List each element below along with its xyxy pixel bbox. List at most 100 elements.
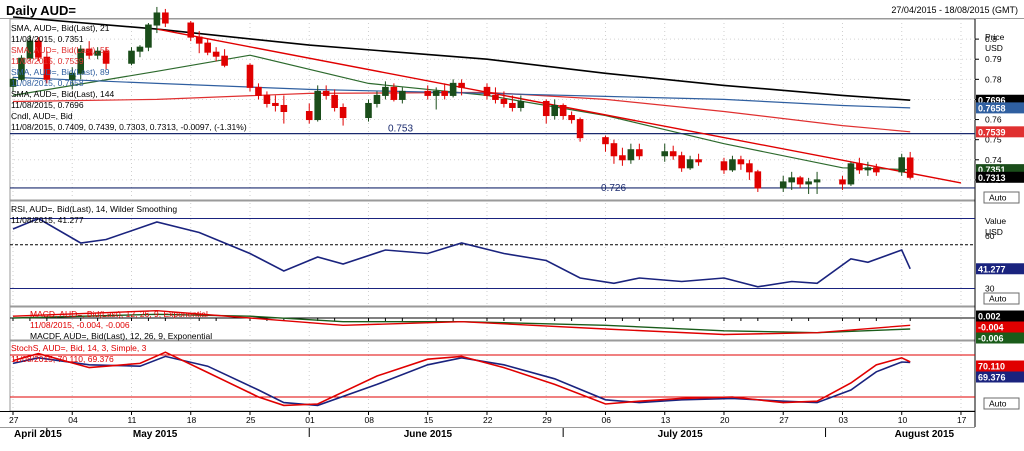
price-auto-button[interactable]: Auto (983, 191, 1020, 204)
auto-button-label: Auto (989, 294, 1007, 304)
price-legend-line: 11/08/2015, 0.7409, 0.7439, 0.7303, 0.73… (11, 122, 247, 132)
candle-body (221, 55, 228, 66)
candle-body (542, 100, 550, 117)
price-tick-label: 0.79 (985, 54, 1002, 64)
candle[interactable] (145, 23, 152, 52)
x-day-label: 20 (720, 415, 730, 425)
value-flag-label: 70.110 (978, 362, 1005, 372)
macd-legend-line: MACD, AUD=, Bid(Last), 12, 26, 9, Expone… (30, 309, 208, 319)
x-day-label: 06 (601, 415, 611, 425)
candle-body (255, 86, 262, 96)
value-flag: 70.110 (976, 360, 1024, 372)
candle-body (399, 90, 406, 100)
candle-body (551, 104, 558, 117)
candle-body (720, 161, 728, 171)
candle-body (805, 181, 812, 185)
price-tick-label: 0.74 (985, 155, 1002, 165)
x-day-label: 27 (9, 415, 19, 425)
value-flag: 0.7539 (976, 126, 1024, 138)
value-flag: 69.376 (976, 371, 1024, 383)
candle-body (864, 167, 872, 171)
candle-body (636, 149, 643, 157)
value-flag-label: 0.002 (978, 312, 1001, 322)
candle-body (331, 94, 338, 108)
candle-body (492, 94, 499, 100)
value-flag: 0.7313 (976, 171, 1024, 183)
candle-body (509, 102, 516, 108)
candle-body (246, 64, 254, 88)
candle-body (153, 12, 161, 26)
candle-body (517, 100, 525, 108)
price-axis-title: Price (985, 32, 1005, 42)
candle-body (373, 94, 381, 104)
price-legend-line: SMA, AUD=, Bid(Last), 89 (11, 67, 110, 77)
candle-body (839, 179, 846, 185)
stoch-auto-button[interactable]: Auto (983, 397, 1020, 410)
candle-body (678, 155, 685, 169)
x-day-label: 10 (898, 415, 908, 425)
rsi-axis-title: Value (985, 216, 1006, 226)
candle-body (788, 177, 795, 183)
candle-body (856, 163, 863, 171)
x-day-label: 27 (779, 415, 789, 425)
x-month-label: June 2015 (404, 429, 453, 440)
candle-body (669, 151, 677, 157)
candle-body (187, 22, 195, 38)
support-line-label: 0.753 (388, 124, 413, 135)
candle-body (365, 102, 372, 119)
price-legend-line: 11/08/2015, 0.7351 (11, 34, 84, 44)
value-flag-label: 69.376 (978, 373, 1006, 383)
candle-body (339, 106, 347, 119)
candle-body (568, 115, 575, 121)
candle-body (686, 159, 694, 169)
candle[interactable] (847, 161, 855, 186)
candle-body (602, 137, 609, 145)
stoch-legend-line: 11/08/2015, 70.110, 69.376 (11, 354, 114, 364)
value-flag-label: -0.006 (978, 334, 1004, 344)
candle-body (195, 36, 203, 44)
candle-body (500, 98, 508, 104)
candle-body (449, 82, 457, 96)
x-month-label: May 2015 (133, 429, 178, 440)
candle-body (746, 163, 753, 173)
candle-body (627, 149, 635, 161)
candle-body (314, 90, 322, 121)
candle-body (619, 155, 626, 161)
candle-body (695, 159, 702, 163)
value-flag: 0.7658 (976, 102, 1024, 114)
candle-body (661, 151, 669, 157)
x-day-label: 08 (364, 415, 374, 425)
candle-body (754, 171, 762, 189)
candle-body (145, 24, 152, 48)
price-tick-label: 0.78 (985, 74, 1002, 84)
candle-body (263, 94, 271, 104)
auto-button-label: Auto (989, 193, 1007, 203)
price-legend-line: Cndl, AUD=, Bid (11, 111, 73, 121)
rsi-axis-unit: USD (985, 227, 1003, 237)
candle-body (390, 86, 398, 100)
macd-legend-line: 11/08/2015, -0.004, -0.006 (30, 320, 130, 330)
candle-body (898, 157, 906, 173)
rsi-legend-line: RSI, AUD=, Bid(Last), 14, Wilder Smoothi… (11, 204, 177, 214)
candle-body (737, 159, 745, 165)
candle-body (796, 177, 804, 185)
chart-canvas[interactable]: 0.7530.7260.80.790.780.770.760.750.740.7… (0, 0, 1024, 451)
candle-body (813, 179, 821, 183)
candle[interactable] (576, 117, 584, 142)
candle-body (779, 181, 787, 189)
candle-body (322, 90, 330, 96)
value-flag: 0.002 (976, 310, 1024, 322)
candle[interactable] (246, 63, 254, 92)
rsi-auto-button[interactable]: Auto (983, 292, 1020, 305)
candle-body (128, 50, 135, 64)
candle-body (212, 51, 220, 57)
stoch-legend-line: StochS, AUD=, Bid, 14, 3, Simple, 3 (11, 343, 147, 353)
value-flag: -0.006 (976, 332, 1024, 344)
candle-body (610, 143, 618, 157)
value-flag-label: 0.7658 (978, 103, 1006, 113)
auto-button-label: Auto (989, 399, 1007, 409)
price-legend-line: SMA, AUD=, Bid(Last), 55 (11, 45, 110, 55)
candle-body (576, 119, 584, 139)
value-flag-label: 41.277 (978, 264, 1006, 274)
value-flag-label: 0.7539 (978, 127, 1006, 137)
